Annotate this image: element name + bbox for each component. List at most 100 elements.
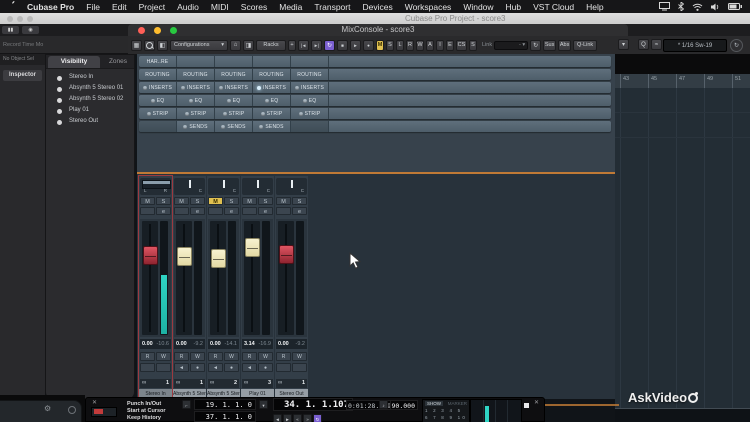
fader-db-value[interactable]: 0.00 (176, 341, 187, 347)
fader-db-value[interactable]: 3.14 (244, 341, 255, 347)
peak-db-value[interactable]: -14.1 (224, 341, 237, 347)
rack-cell-routing[interactable]: ROUTING (291, 69, 329, 80)
primary-time-display[interactable]: 34. 1. 1.107 (273, 398, 353, 411)
edit-channel-button[interactable]: e (258, 207, 273, 215)
write-automation-button[interactable]: W (190, 352, 205, 361)
menu-item-workspaces[interactable]: Workspaces (399, 2, 458, 12)
quantize-wave-icon[interactable]: ≈ (651, 39, 662, 50)
transport-bar[interactable]: ✕ Punch In/Out Start at Cursor Keep Hist… (85, 397, 545, 422)
toolbar-options-dropdown[interactable]: ▾ (618, 39, 629, 50)
menu-item-edit[interactable]: Edit (106, 2, 133, 12)
ring-icon[interactable] (68, 406, 76, 414)
project-toolbar-button-a[interactable]: ▮▮ (2, 26, 19, 34)
right-locator-display[interactable]: 37. 1. 1. 0 (194, 411, 256, 422)
edit-channel-button[interactable]: e (224, 207, 239, 215)
rack-cell-sends[interactable]: SENDS (215, 121, 253, 132)
rack-cell-inserts[interactable]: INSERTS (291, 82, 329, 93)
transport-close-icon[interactable]: ✕ (92, 399, 97, 406)
listen-button[interactable]: . (276, 207, 291, 215)
tab-zones[interactable]: Zones (102, 56, 134, 68)
menu-item-window[interactable]: Window (457, 2, 499, 12)
project-zoom-button[interactable] (27, 16, 33, 22)
racks-button[interactable]: Racks (256, 39, 286, 51)
rack-cell-eq[interactable]: EQ (253, 95, 291, 106)
rack-cell-inserts[interactable]: INSERTS (215, 82, 253, 93)
menu-item-transport[interactable]: Transport (308, 2, 356, 12)
locator-flip-button[interactable]: ⌐ (182, 400, 191, 409)
rack-cell-strip[interactable]: STRIP (215, 108, 253, 119)
track-visible-dot[interactable] (57, 87, 62, 92)
channel-strip-absynth-02[interactable]: C M S . e 0.00 -14.1 R W ◄ ● ∞ 2 Absynth… (207, 176, 240, 399)
configurations-dropdown[interactable]: Configurations ▾ (170, 39, 228, 51)
fader-handle[interactable] (278, 245, 294, 264)
mute-button-active[interactable]: M (208, 197, 223, 205)
listen-button[interactable]: . (140, 207, 155, 215)
tab-visibility[interactable]: Visibility (48, 56, 100, 68)
listen-button[interactable]: . (174, 207, 189, 215)
rack-cell-strip[interactable]: STRIP (139, 108, 177, 119)
fader-track[interactable] (176, 221, 192, 335)
menu-item-hub[interactable]: Hub (500, 2, 528, 12)
read-automation-button[interactable]: R (140, 352, 155, 361)
record-enable-button[interactable]: ● (258, 363, 273, 372)
suspend-automation-button[interactable]: A (426, 39, 434, 51)
mini-rewind-button[interactable]: ◄ (273, 414, 282, 422)
sus-button[interactable]: Sus (543, 39, 557, 51)
fader-handle[interactable] (142, 246, 158, 265)
write-automation-button[interactable]: W (224, 352, 239, 361)
rack-cell-routing[interactable]: ROUTING (139, 69, 177, 80)
monitor-button[interactable]: ◄ (242, 363, 257, 372)
visibility-track-row[interactable]: Play 01 (46, 106, 134, 117)
edit-channel-button[interactable]: e (190, 207, 205, 215)
listen-all-button[interactable]: L (396, 39, 404, 51)
transport-option-start[interactable]: Start at Cursor (127, 408, 166, 414)
rack-cell-sends[interactable]: SENDS (177, 121, 215, 132)
pan-control[interactable]: L R (140, 178, 171, 195)
rack-cell-eq[interactable]: EQ (215, 95, 253, 106)
rack-cell-inserts[interactable]: INSERTS (177, 82, 215, 93)
pan-control[interactable]: C (276, 178, 307, 195)
channel-strip-stereo-out[interactable]: C M S . e 0.00 -9.2 R W ∞ 1 Stereo Out (275, 176, 308, 399)
window-layout-icon[interactable]: ◧ (157, 39, 168, 51)
marker-numbers-2[interactable]: 6 7 8 9 10 (425, 415, 467, 420)
rack-row-hardware[interactable]: HAR..RE (139, 56, 611, 67)
mini-forward-button[interactable]: ► (283, 414, 292, 422)
read-all-button[interactable]: R (406, 39, 414, 51)
record-enable-button[interactable]: ● (224, 363, 239, 372)
gear-icon[interactable]: ⚙ (44, 404, 51, 413)
rack-cell-routing[interactable]: ROUTING (177, 69, 215, 80)
menu-item-project[interactable]: Project (133, 2, 171, 12)
marker-show-button[interactable]: SHOW (425, 401, 443, 406)
transport-option-punch[interactable]: Punch In/Out (127, 401, 161, 407)
solo-button[interactable]: S (258, 197, 273, 205)
listen-button[interactable]: . (208, 207, 223, 215)
peak-db-value[interactable]: -10.6 (156, 341, 169, 347)
go-to-start-button[interactable]: |◄ (298, 39, 309, 51)
zones-setup-icon[interactable]: ◨ (243, 39, 254, 51)
marker-numbers-1[interactable]: 1 2 3 4 5 (425, 408, 462, 413)
abs-button[interactable]: Abs (558, 39, 572, 51)
fader-track[interactable] (278, 221, 294, 335)
channel-selector-icon[interactable]: ▦ (131, 39, 142, 51)
write-all-button[interactable]: W (416, 39, 424, 51)
pan-control[interactable]: C (174, 178, 205, 195)
project-close-button[interactable] (7, 16, 13, 22)
fader-db-value[interactable]: 0.00 (142, 341, 153, 347)
rack-cell-eq[interactable]: EQ (139, 95, 177, 106)
rack-cell-routing[interactable]: ROUTING (215, 69, 253, 80)
visibility-track-row[interactable]: Absynth 5 Stereo 01 (46, 84, 134, 95)
fader-track[interactable] (142, 221, 158, 335)
channel-strip-play-01[interactable]: C M S . e 3.14 -16.9 R W ◄ ● ∞ 3 Play 01 (241, 176, 274, 399)
fader-handle[interactable] (176, 247, 192, 266)
find-channel-icon[interactable] (144, 39, 155, 51)
fader-db-value[interactable]: 0.00 (210, 341, 221, 347)
monitor-button[interactable]: ◄ (208, 363, 223, 372)
rack-cell-strip[interactable]: STRIP (253, 108, 291, 119)
peak-db-value[interactable]: -16.9 (258, 341, 271, 347)
write-automation-button[interactable]: W (258, 352, 273, 361)
rack-cell-strip[interactable]: STRIP (291, 108, 329, 119)
solo-button[interactable]: S (156, 197, 171, 205)
cycle-button[interactable]: ↻ (324, 39, 335, 51)
menu-item-scores[interactable]: Scores (235, 2, 273, 12)
rack-cell-sends[interactable]: SENDS (253, 121, 291, 132)
